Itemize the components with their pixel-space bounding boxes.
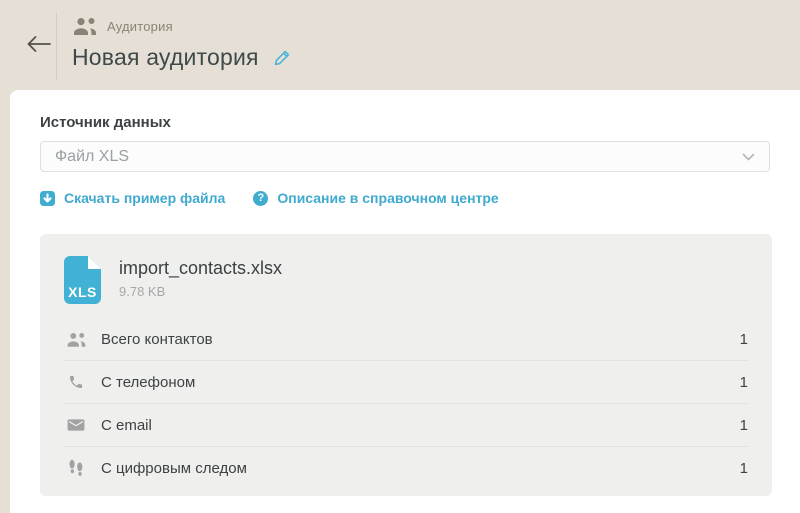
footprints-icon bbox=[64, 459, 88, 478]
header-divider bbox=[56, 13, 57, 80]
source-select[interactable]: Файл XLS bbox=[40, 141, 770, 172]
header: Аудитория Новая аудитория bbox=[0, 0, 800, 90]
download-icon bbox=[40, 191, 55, 206]
file-meta: import_contacts.xlsx 9.78 KB bbox=[119, 256, 282, 304]
people-icon bbox=[72, 17, 98, 35]
source-select-value: Файл XLS bbox=[55, 148, 129, 166]
help-center-label: Описание в справочном центре bbox=[277, 190, 498, 206]
download-sample-label: Скачать пример файла bbox=[64, 190, 225, 206]
chevron-down-icon bbox=[742, 153, 755, 161]
stats-row-value: 1 bbox=[740, 331, 748, 348]
stats-row-label: С телефоном bbox=[101, 374, 740, 391]
stats-row-with-phone: С телефоном 1 bbox=[64, 360, 748, 403]
stats-row-digital-footprint: С цифровым следом 1 bbox=[64, 446, 748, 489]
file-import-panel: XLS import_contacts.xlsx 9.78 KB Всего к… bbox=[40, 234, 772, 496]
phone-icon bbox=[64, 374, 88, 390]
file-size: 9.78 KB bbox=[119, 284, 282, 299]
stats-row-label: С email bbox=[101, 417, 740, 434]
page-title: Новая аудитория bbox=[72, 44, 259, 71]
pencil-icon[interactable] bbox=[274, 49, 291, 66]
stats-row-with-email: С email 1 bbox=[64, 403, 748, 446]
header-text: Аудитория Новая аудитория bbox=[72, 17, 291, 71]
content-card: Источник данных Файл XLS Скачать пример … bbox=[10, 90, 800, 513]
xls-badge: XLS bbox=[64, 284, 101, 300]
help-center-link[interactable]: ? Описание в справочном центре bbox=[253, 190, 498, 206]
people-icon bbox=[64, 332, 88, 347]
file-name: import_contacts.xlsx bbox=[119, 258, 282, 279]
source-label: Источник данных bbox=[40, 114, 800, 131]
stats-row-value: 1 bbox=[740, 460, 748, 477]
breadcrumb: Аудитория bbox=[72, 17, 291, 35]
xls-file-icon: XLS bbox=[64, 256, 101, 304]
file-header: XLS import_contacts.xlsx 9.78 KB bbox=[40, 234, 772, 318]
stats-list: Всего контактов 1 С телефоном 1 bbox=[64, 318, 748, 489]
email-icon bbox=[64, 418, 88, 432]
title-row: Новая аудитория bbox=[72, 44, 291, 71]
back-arrow-icon bbox=[26, 41, 52, 56]
stats-row-value: 1 bbox=[740, 417, 748, 434]
links-row: Скачать пример файла ? Описание в справо… bbox=[40, 190, 800, 206]
stats-row-total-contacts: Всего контактов 1 bbox=[64, 318, 748, 360]
stats-row-label: Всего контактов bbox=[101, 331, 740, 348]
question-circle-icon: ? bbox=[253, 191, 268, 206]
breadcrumb-label: Аудитория bbox=[107, 19, 173, 34]
stats-row-label: С цифровым следом bbox=[101, 460, 740, 477]
stats-row-value: 1 bbox=[740, 374, 748, 391]
download-sample-link[interactable]: Скачать пример файла bbox=[40, 190, 225, 206]
audience-import-page: { "header": { "breadcrumb": "Аудитория",… bbox=[0, 0, 800, 513]
back-button[interactable] bbox=[22, 32, 56, 58]
